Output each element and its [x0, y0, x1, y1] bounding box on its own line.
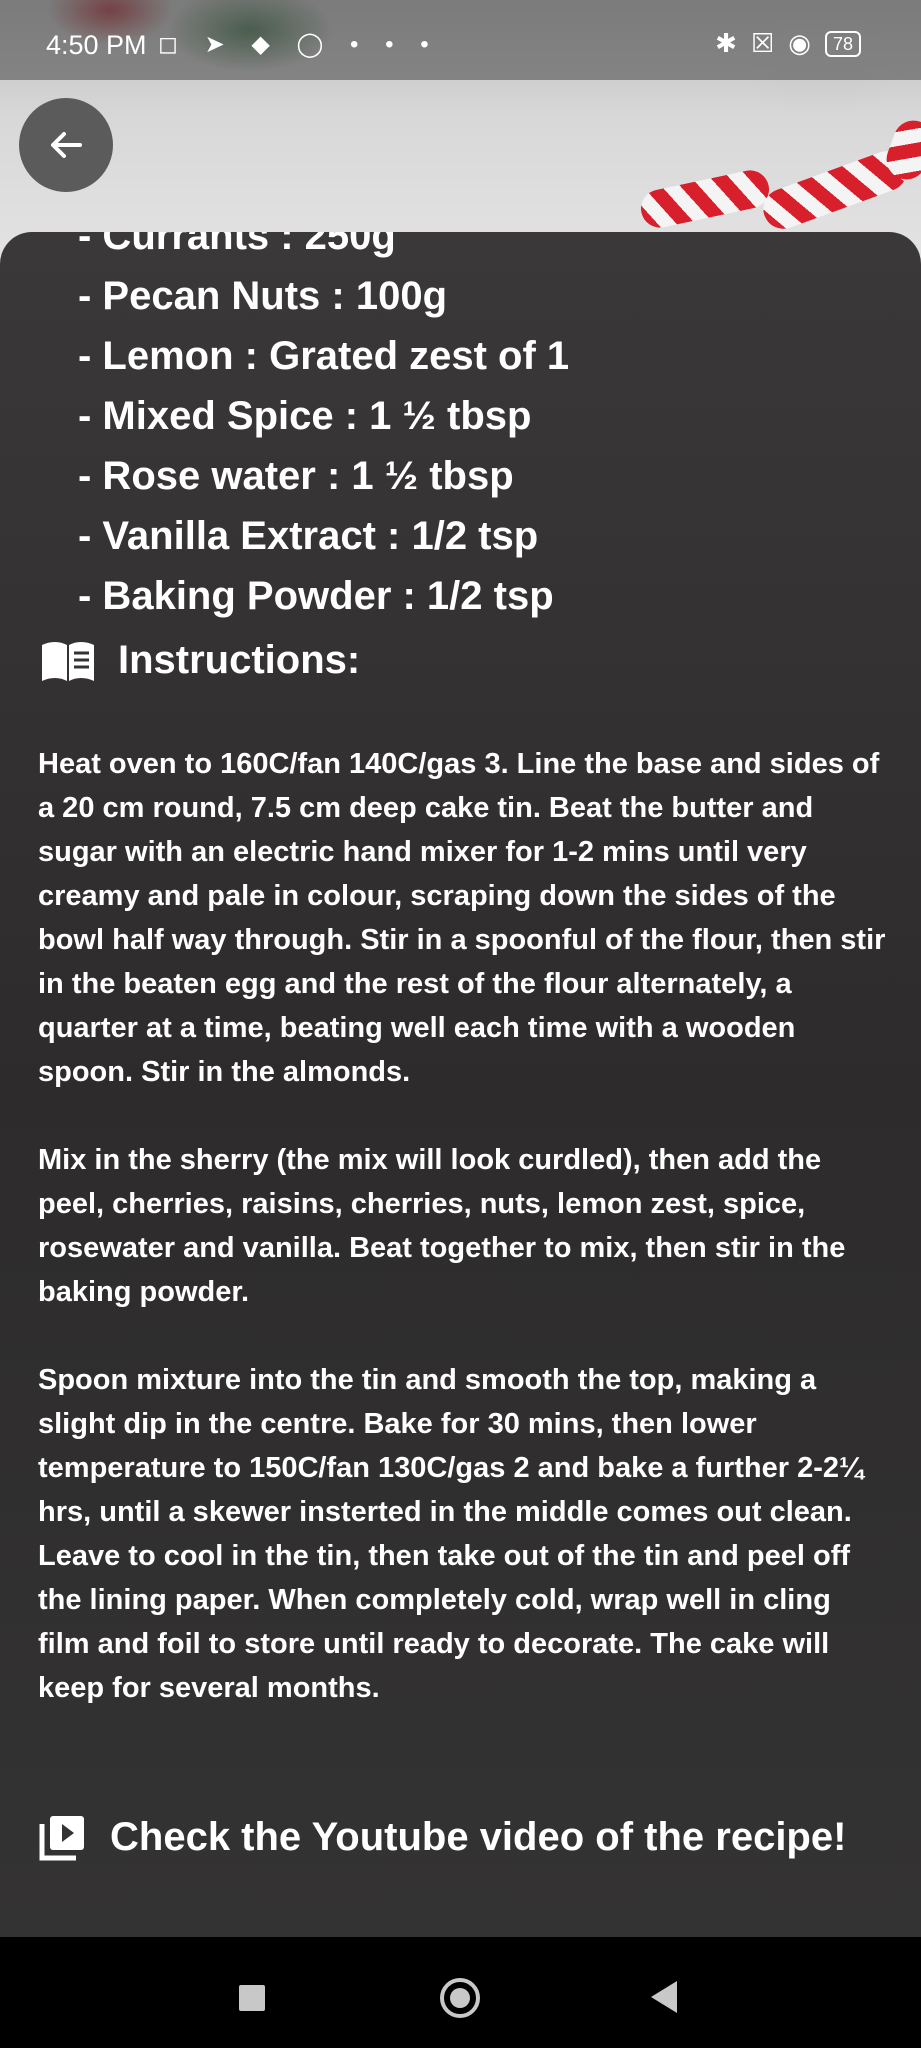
instructions-body: Heat oven to 160C/fan 140C/gas 3. Line t…	[38, 742, 888, 1754]
system-navigation-bar	[0, 1937, 921, 2048]
youtube-link[interactable]: Check the Youtube video of the recipe!	[38, 1812, 846, 1862]
battery-indicator: 78	[824, 30, 861, 57]
mute-icon: ◻	[158, 31, 188, 58]
status-bar: 4:50 PM ◻ ➤ ◆ ◯ • • • ✱ ☒ ◉ 78	[0, 0, 921, 80]
instruction-paragraph: Heat oven to 160C/fan 140C/gas 3. Line t…	[38, 748, 886, 1088]
ingredient-item: - Currants : 250g	[78, 232, 396, 258]
app-icon: ◆	[251, 31, 280, 58]
back-button[interactable]	[19, 98, 113, 192]
sim-icon: ☒	[750, 28, 775, 58]
ingredient-item: - Pecan Nuts : 100g	[78, 274, 448, 318]
ingredient-item: - Rose water : 1 ½ tbsp	[78, 454, 514, 498]
ingredient-item: - Lemon : Grated zest of 1	[78, 334, 570, 378]
recipe-detail-sheet[interactable]: - Currants : 250g - Pecan Nuts : 100g - …	[0, 232, 921, 1937]
bluetooth-icon: ✱	[715, 28, 737, 58]
ingredient-item: - Mixed Spice : 1 ½ tbsp	[78, 394, 532, 438]
ingredient-list: - Currants : 250g - Pecan Nuts : 100g - …	[78, 232, 569, 626]
notification-icons: ◻ ➤ ◆ ◯ • • •	[158, 30, 439, 59]
book-icon	[42, 641, 94, 681]
navigation-icon: ➤	[204, 31, 235, 58]
instructions-heading: Instructions:	[40, 638, 360, 683]
youtube-link-label[interactable]: Check the Youtube video of the recipe!	[110, 1815, 846, 1860]
instruction-paragraph: Mix in the sherry (the mix will look cur…	[38, 1144, 846, 1308]
nav-back-button[interactable]	[651, 1981, 677, 2013]
status-time: 4:50 PM	[46, 30, 147, 60]
instagram-icon: ◯	[296, 31, 334, 58]
instructions-title: Instructions:	[118, 638, 361, 682]
ingredient-item: - Vanilla Extract : 1/2 tsp	[78, 514, 539, 558]
arrow-left-icon	[51, 132, 82, 158]
wifi-icon: ◉	[788, 28, 811, 58]
more-icon: • • •	[350, 31, 439, 58]
home-button[interactable]	[440, 1978, 480, 2018]
recents-button[interactable]	[239, 1985, 265, 2011]
instruction-paragraph: Spoon mixture into the tin and smooth th…	[38, 1364, 864, 1704]
candy-cane-decoration	[637, 166, 773, 232]
ingredient-item: - Baking Powder : 1/2 tsp	[78, 574, 554, 618]
system-icons: ✱ ☒ ◉ 78	[715, 28, 861, 59]
video-library-icon	[39, 1816, 84, 1861]
